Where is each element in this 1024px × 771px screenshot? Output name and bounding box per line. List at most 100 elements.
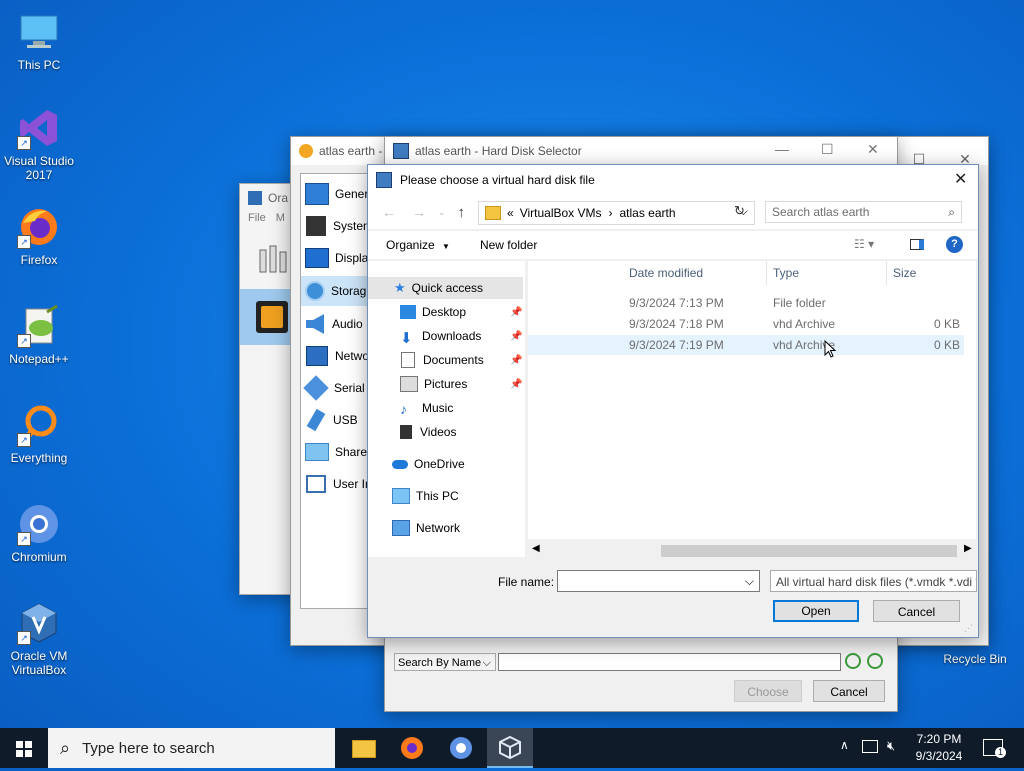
settings-section-audio[interactable]: Audio xyxy=(301,310,363,338)
shortcut-arrow-icon: ↗ xyxy=(17,136,31,150)
start-button[interactable] xyxy=(0,728,48,768)
nav-desktop[interactable]: Desktop 📌 xyxy=(368,301,525,323)
nav-network[interactable]: Network xyxy=(368,517,525,539)
desktop-icon-label: Visual Studio 2017 xyxy=(4,154,74,182)
clock[interactable]: 7:20 PM 9/3/2024 xyxy=(908,731,970,765)
organize-menu[interactable]: Organize ▼ xyxy=(386,238,450,252)
breadcrumb-overflow[interactable]: « xyxy=(507,206,514,220)
filename-input[interactable]: ⌵ xyxy=(557,570,760,592)
settings-section-display[interactable]: Display xyxy=(301,244,374,272)
desktop-icon-chromium[interactable]: ↗ Chromium xyxy=(0,502,78,564)
desktop-icon-visual-studio[interactable]: ↗ Visual Studio 2017 xyxy=(0,106,78,182)
menu-machine[interactable]: M xyxy=(276,212,285,224)
settings-section-user-interface[interactable]: User Ir xyxy=(301,470,369,498)
pin-icon[interactable]: 📌 xyxy=(510,379,522,390)
view-options-icon[interactable]: ☷ ▾ xyxy=(854,237,874,251)
settings-section-general[interactable]: Genera xyxy=(301,180,375,208)
monitor-icon xyxy=(17,10,61,54)
pin-icon[interactable]: 📌 xyxy=(510,355,522,366)
recent-locations-icon[interactable]: ⌄ xyxy=(438,207,446,218)
taskbar-firefox[interactable] xyxy=(389,728,435,768)
help-icon[interactable]: ? xyxy=(946,236,963,253)
chevron-down-icon[interactable]: ⌵ xyxy=(745,574,754,589)
menu-file[interactable]: File xyxy=(248,212,266,224)
breadcrumb-item[interactable]: VirtualBox VMs xyxy=(520,206,602,220)
close-icon[interactable]: ✕ xyxy=(954,169,967,189)
tools-icon[interactable] xyxy=(258,242,288,274)
nav-this-pc[interactable]: This PC xyxy=(368,485,525,507)
taskbar-file-explorer[interactable] xyxy=(340,728,386,768)
preview-pane-icon[interactable] xyxy=(910,239,924,250)
settings-section-network[interactable]: Netwo xyxy=(301,342,369,370)
search-box[interactable]: Search atlas earth ⌕ xyxy=(765,201,962,223)
nav-music[interactable]: ♪ Music xyxy=(368,397,525,419)
volume-muted-icon[interactable]: 🔇︎ xyxy=(887,738,895,754)
desktop-icon-firefox[interactable]: ↗ Firefox xyxy=(0,205,78,267)
resize-grip-icon[interactable]: ⋰ xyxy=(964,623,973,634)
chevron-down-icon: ▼ xyxy=(442,242,450,251)
desktop-icon-label: Oracle VM VirtualBox xyxy=(10,649,68,677)
horizontal-scrollbar[interactable]: ◀ ▶ xyxy=(528,543,976,559)
file-row[interactable]: 9/3/2024 7:18 PM vhd Archive 0 KB xyxy=(528,314,964,334)
refresh-icon[interactable]: ↻ xyxy=(734,203,745,219)
pin-icon[interactable]: 📌 xyxy=(510,307,522,318)
desktop-icon-this-pc[interactable]: This PC xyxy=(0,10,78,72)
choose-button[interactable]: Choose xyxy=(734,680,802,702)
dialog-title: Please choose a virtual hard disk file xyxy=(400,173,595,187)
desktop-icon-virtualbox[interactable]: ↗ Oracle VM VirtualBox xyxy=(0,601,78,677)
taskbar-search-box[interactable]: ⌕ Type here to search xyxy=(48,728,335,768)
file-open-dialog[interactable]: Please choose a virtual hard disk file ✕… xyxy=(367,164,979,638)
column-header-type[interactable]: Type xyxy=(773,261,883,285)
taskbar-chromium[interactable] xyxy=(438,728,484,768)
settings-section-shared-folders[interactable]: Shared xyxy=(301,438,374,466)
maximize-icon[interactable]: ☐ xyxy=(821,141,834,158)
settings-section-system[interactable]: System xyxy=(301,212,373,240)
close-icon[interactable]: ✕ xyxy=(867,141,879,158)
scrollbar-thumb[interactable] xyxy=(661,545,957,557)
nav-onedrive[interactable]: OneDrive xyxy=(368,453,525,475)
column-header-date[interactable]: Date modified xyxy=(629,261,764,285)
action-center-icon[interactable]: 1 xyxy=(983,739,1006,758)
desktop-icon-notepadpp[interactable]: ↗ Notepad++ xyxy=(0,304,78,366)
file-size: 0 KB xyxy=(933,338,960,352)
cancel-button[interactable]: Cancel xyxy=(873,600,960,622)
search-backward-icon[interactable] xyxy=(867,653,883,669)
nav-documents[interactable]: Documents 📌 xyxy=(368,349,525,371)
network-status-icon[interactable] xyxy=(862,740,878,753)
scroll-left-icon[interactable]: ◀ xyxy=(532,543,540,554)
firefox-icon xyxy=(401,737,423,759)
desktop-icon-everything[interactable]: ↗ Everything xyxy=(0,403,78,465)
show-hidden-icons-icon[interactable]: ∧ xyxy=(840,738,849,752)
file-type-filter-select[interactable]: All virtual hard disk files (*.vmdk *.vd… xyxy=(770,570,977,592)
settings-section-serial-ports[interactable]: Serial P xyxy=(301,374,376,402)
pin-icon[interactable]: 📌 xyxy=(510,331,522,342)
nav-quick-access[interactable]: ★ Quick access xyxy=(368,277,523,299)
shortcut-arrow-icon: ↗ xyxy=(17,433,31,447)
document-icon xyxy=(401,352,415,368)
file-row-hovered[interactable]: 9/3/2024 7:19 PM vhd Archive 0 KB xyxy=(528,335,964,355)
network-icon xyxy=(306,346,328,366)
file-date: 9/3/2024 7:13 PM xyxy=(629,296,724,310)
taskbar-virtualbox[interactable] xyxy=(487,728,533,768)
search-input[interactable] xyxy=(498,653,841,671)
column-header-size[interactable]: Size xyxy=(893,261,963,285)
address-bar[interactable]: « VirtualBox VMs › atlas earth ⌵ xyxy=(478,201,755,225)
minimize-icon[interactable]: — xyxy=(775,141,789,157)
cancel-button[interactable]: Cancel xyxy=(813,680,885,702)
folder-icon xyxy=(485,206,501,220)
search-mode-select[interactable]: Search By Name ⌵ xyxy=(394,653,496,671)
nav-videos[interactable]: Videos xyxy=(368,421,525,443)
scroll-right-icon[interactable]: ▶ xyxy=(964,543,972,554)
settings-section-usb[interactable]: USB xyxy=(301,406,358,434)
nav-pictures[interactable]: Pictures 📌 xyxy=(368,373,525,395)
new-folder-button[interactable]: New folder xyxy=(480,238,537,252)
search-forward-icon[interactable] xyxy=(845,653,861,669)
virtualbox-icon: ↗ xyxy=(17,601,61,645)
forward-arrow-icon[interactable]: → xyxy=(412,204,426,220)
breadcrumb-item[interactable]: atlas earth xyxy=(620,206,676,220)
back-arrow-icon[interactable]: ← xyxy=(382,204,396,220)
open-button[interactable]: Open xyxy=(773,600,859,622)
file-row[interactable]: 9/3/2024 7:13 PM File folder xyxy=(528,293,964,313)
up-arrow-icon[interactable]: ↑ xyxy=(458,204,466,221)
nav-downloads[interactable]: ⬇ Downloads 📌 xyxy=(368,325,525,347)
